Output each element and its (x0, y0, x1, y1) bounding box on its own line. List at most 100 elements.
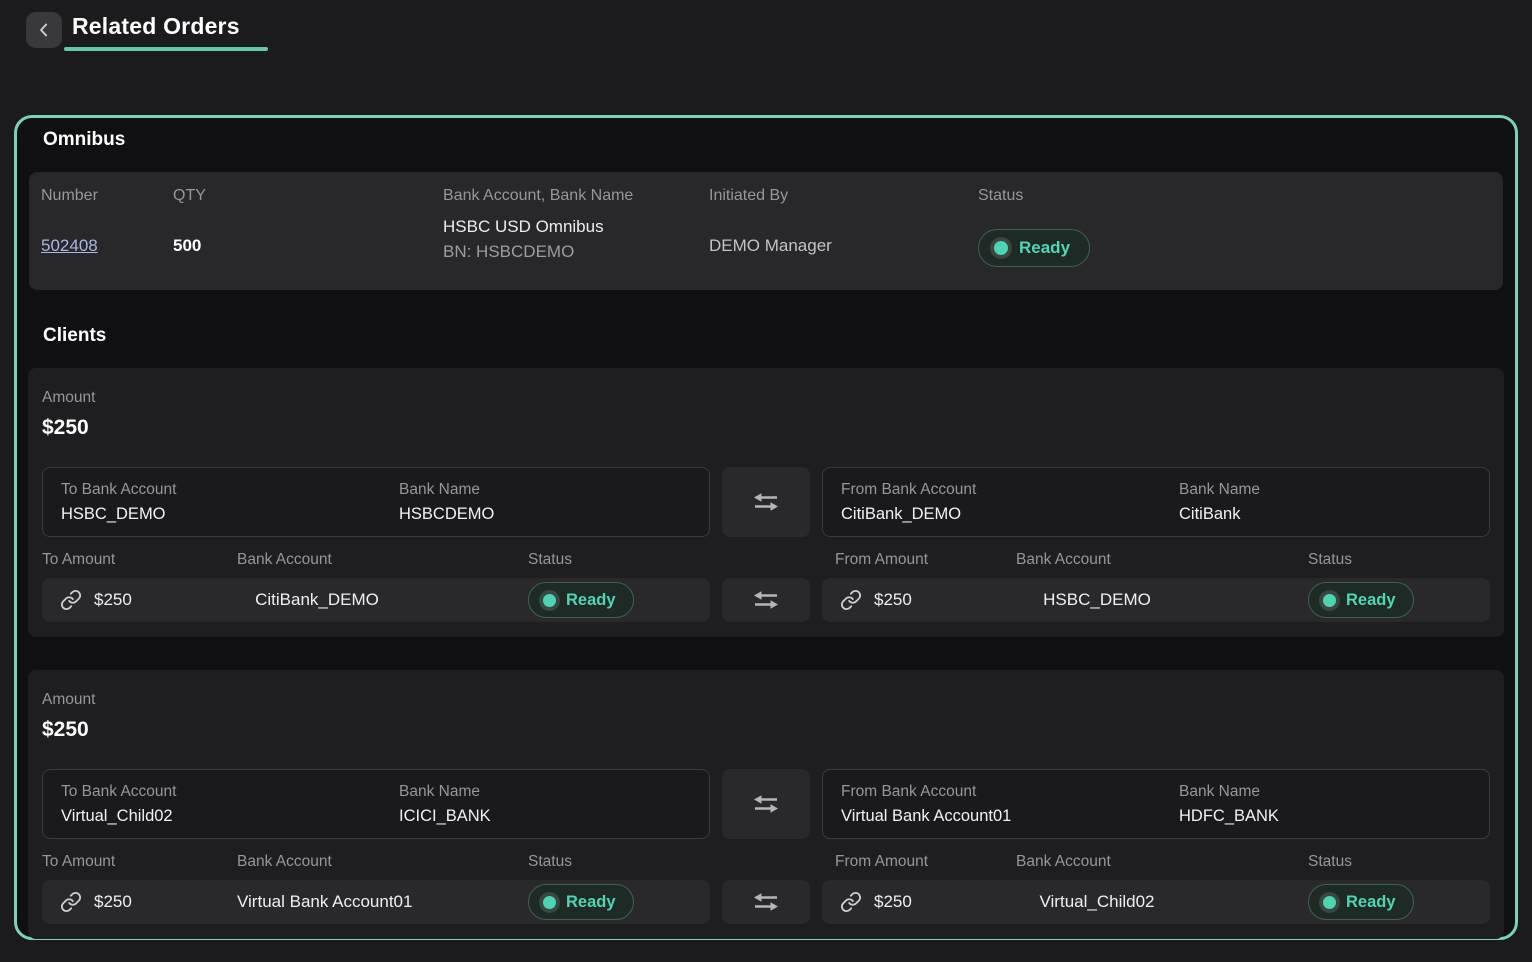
omnibus-bank-header: Bank Account, Bank Name (443, 186, 709, 205)
swap-arrows-icon (751, 891, 781, 913)
bank-account-header: Bank Account (1016, 550, 1308, 569)
from-row-headers: From Amount Bank Account Status (822, 852, 1490, 871)
swap-arrows-icon (751, 793, 781, 815)
from-bank-account-value: CitiBank_DEMO (841, 504, 1179, 525)
bank-name-label: Bank Name (1179, 480, 1471, 499)
swap-arrows-icon (751, 491, 781, 513)
status-badge: Ready (1308, 582, 1414, 618)
from-bank-account-cell: HSBC_DEMO (1017, 590, 1177, 610)
to-bank-account-cell: CitiBank_DEMO (237, 590, 397, 610)
order-number-link[interactable]: 502408 (41, 236, 98, 255)
bank-name-label: Bank Name (399, 782, 691, 801)
link-icon (60, 891, 82, 913)
omnibus-initiated-value: DEMO Manager (709, 235, 978, 257)
to-row-headers: To Amount Bank Account Status (42, 852, 710, 871)
from-amount-header: From Amount (835, 852, 1016, 871)
to-transfer-row: $250 CitiBank_DEMO Ready (42, 578, 710, 622)
bank-name-label: Bank Name (399, 480, 691, 499)
amount-label: Amount (42, 690, 1490, 709)
to-bank-account-value: HSBC_DEMO (61, 504, 399, 525)
omnibus-section-title: Omnibus (43, 128, 1505, 152)
from-transfer-row: $250 Virtual_Child02 Ready (822, 880, 1490, 924)
title-underline (64, 47, 268, 51)
client-card: Amount $250 To Bank Account HSBC_DEMO Ba… (28, 368, 1504, 637)
from-bank-account-label: From Bank Account (841, 782, 1179, 801)
omnibus-number-cell: Number 502408 (41, 186, 173, 290)
swap-transfer-button[interactable] (722, 578, 810, 622)
omnibus-qty-header: QTY (173, 186, 443, 205)
client-card: Amount $250 To Bank Account Virtual_Chil… (28, 670, 1504, 939)
back-button[interactable] (26, 12, 62, 48)
omnibus-bank-cell: Bank Account, Bank Name HSBC USD Omnibus… (443, 186, 709, 290)
omnibus-status-header: Status (978, 186, 1503, 205)
from-bank-account-panel: From Bank Account CitiBank_DEMO Bank Nam… (822, 467, 1490, 537)
status-badge-label: Ready (566, 591, 616, 610)
link-icon (60, 589, 82, 611)
bank-name-value: HSBCDEMO (399, 504, 691, 525)
amount-value: $250 (42, 717, 1490, 743)
swap-transfer-button[interactable] (722, 467, 810, 537)
swap-transfer-button[interactable] (722, 769, 810, 839)
bank-name-label: Bank Name (1179, 782, 1471, 801)
to-amount-value: $250 (94, 590, 237, 610)
omnibus-status-cell: Status Ready (978, 186, 1503, 290)
status-dot-icon (994, 241, 1008, 255)
to-bank-account-panel: To Bank Account Virtual_Child02 Bank Nam… (42, 769, 710, 839)
status-badge-label: Ready (566, 893, 616, 912)
to-bank-account-cell: Virtual Bank Account01 (237, 892, 397, 912)
page-title: Related Orders (64, 13, 268, 40)
status-badge-label: Ready (1346, 591, 1396, 610)
omnibus-bank-account-value: HSBC USD Omnibus (443, 214, 709, 239)
bank-account-header: Bank Account (237, 550, 528, 569)
omnibus-initiated-header: Initiated By (709, 186, 978, 205)
omnibus-initiated-cell: Initiated By DEMO Manager (709, 186, 978, 290)
link-icon (840, 589, 862, 611)
status-dot-icon (543, 594, 556, 607)
status-header: Status (1308, 550, 1490, 569)
omnibus-qty-cell: QTY 500 (173, 186, 443, 290)
from-bank-account-value: Virtual Bank Account01 (841, 806, 1179, 827)
from-bank-account-cell: Virtual_Child02 (1017, 892, 1177, 912)
status-badge-label: Ready (1019, 238, 1070, 258)
bank-name-value: HDFC_BANK (1179, 806, 1471, 827)
bank-name-value: CitiBank (1179, 504, 1471, 525)
to-bank-account-label: To Bank Account (61, 480, 399, 499)
status-header: Status (528, 852, 710, 871)
to-bank-account-label: To Bank Account (61, 782, 399, 801)
to-transfer-row: $250 Virtual Bank Account01 Ready (42, 880, 710, 924)
omnibus-order-row: Number 502408 QTY 500 Bank Account, Bank… (29, 172, 1503, 290)
omnibus-qty-value: 500 (173, 235, 443, 257)
related-orders-panel: Omnibus Number 502408 QTY 500 Bank Accou… (14, 115, 1518, 940)
amount-value: $250 (42, 415, 1490, 441)
swap-arrows-icon (751, 589, 781, 611)
amount-label: Amount (42, 388, 1490, 407)
from-bank-account-panel: From Bank Account Virtual Bank Account01… (822, 769, 1490, 839)
bank-account-header: Bank Account (237, 852, 528, 871)
status-dot-icon (543, 896, 556, 909)
omnibus-number-header: Number (41, 186, 173, 205)
swap-transfer-button[interactable] (722, 880, 810, 924)
status-badge: Ready (978, 229, 1090, 267)
status-badge-label: Ready (1346, 893, 1396, 912)
status-badge: Ready (1308, 884, 1414, 920)
status-badge: Ready (528, 884, 634, 920)
status-header: Status (528, 550, 710, 569)
clients-section-title: Clients (43, 324, 1505, 348)
bank-account-header: Bank Account (1016, 852, 1308, 871)
to-row-headers: To Amount Bank Account Status (42, 550, 710, 569)
to-amount-header: To Amount (42, 852, 237, 871)
status-badge: Ready (528, 582, 634, 618)
from-transfer-row: $250 HSBC_DEMO Ready (822, 578, 1490, 622)
to-bank-account-value: Virtual_Child02 (61, 806, 399, 827)
status-header: Status (1308, 852, 1490, 871)
page-header: Related Orders (0, 0, 1532, 95)
from-amount-value: $250 (874, 892, 1017, 912)
to-bank-account-panel: To Bank Account HSBC_DEMO Bank Name HSBC… (42, 467, 710, 537)
status-dot-icon (1323, 594, 1336, 607)
bank-name-value: ICICI_BANK (399, 806, 691, 827)
omnibus-bank-name-value: BN: HSBCDEMO (443, 239, 709, 264)
to-amount-header: To Amount (42, 550, 237, 569)
link-icon (840, 891, 862, 913)
to-amount-value: $250 (94, 892, 237, 912)
from-bank-account-label: From Bank Account (841, 480, 1179, 499)
